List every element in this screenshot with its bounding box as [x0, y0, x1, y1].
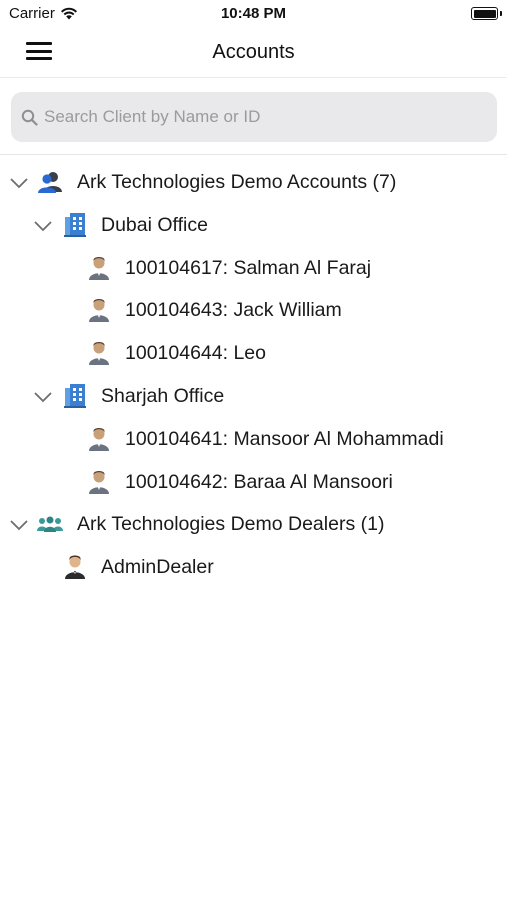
tree-node-label: Ark Technologies Demo Dealers (1) — [77, 513, 385, 536]
tree-leaf-client[interactable]: 100104642: Baraa Al Mansoori — [0, 461, 507, 504]
chevron-down-icon[interactable] — [33, 390, 53, 404]
tree-leaf-client[interactable]: 100104641: Mansoor Al Mohammadi — [0, 418, 507, 461]
tree-leaf-dealer[interactable]: AdminDealer — [0, 546, 507, 589]
status-time: 10:48 PM — [220, 5, 287, 22]
battery-icon — [471, 7, 498, 20]
building-icon — [64, 212, 86, 237]
tree-leaf-client[interactable]: 100104643: Jack William — [0, 289, 507, 332]
tree-node-label: Sharjah Office — [101, 384, 225, 407]
tree-leaf-label: 100104617: Salman Al Faraj — [125, 256, 372, 279]
battery-tip — [500, 11, 502, 16]
tree-leaf-client[interactable]: 100104644: Leo — [0, 332, 507, 375]
status-bar: Carrier 10:48 PM — [0, 0, 507, 30]
tree-node-sharjah-office[interactable]: Sharjah Office — [0, 375, 507, 418]
search-input[interactable] — [44, 107, 484, 127]
user-icon — [89, 427, 109, 451]
user-icon — [89, 256, 109, 280]
tree-leaf-label: 100104641: Mansoor Al Mohammadi — [125, 427, 444, 450]
chevron-down-icon[interactable] — [9, 176, 29, 190]
tree-leaf-client[interactable]: 100104617: Salman Al Faraj — [0, 247, 507, 290]
users-group-icon — [38, 172, 62, 193]
account-tree: Ark Technologies Demo Accounts (7) Dubai… — [0, 161, 507, 589]
tree-node-dubai-office[interactable]: Dubai Office — [0, 204, 507, 247]
page-title: Accounts — [212, 41, 295, 63]
user-icon — [89, 299, 109, 323]
tree-node-dealers-group[interactable]: Ark Technologies Demo Dealers (1) — [0, 503, 507, 546]
tree-node-label: Ark Technologies Demo Accounts (7) — [77, 171, 397, 193]
team-icon — [37, 516, 63, 533]
building-icon — [64, 383, 86, 408]
tree-leaf-label: 100104643: Jack William — [125, 299, 342, 322]
search-icon — [21, 109, 38, 126]
user-icon — [89, 342, 109, 366]
tree-leaf-label: AdminDealer — [101, 556, 214, 579]
user-icon — [89, 470, 109, 494]
navigation-bar: Accounts — [0, 30, 507, 78]
chevron-down-icon[interactable] — [9, 518, 29, 532]
chevron-down-icon[interactable] — [33, 219, 53, 233]
search-box[interactable] — [11, 92, 497, 142]
tree-leaf-label: 100104642: Baraa Al Mansoori — [125, 470, 393, 493]
search-bar-container — [0, 79, 507, 155]
tree-leaf-label: 100104644: Leo — [125, 342, 266, 365]
tree-node-label: Dubai Office — [101, 213, 208, 236]
dealer-icon — [65, 555, 85, 580]
tree-node-accounts-group[interactable]: Ark Technologies Demo Accounts (7) — [0, 161, 507, 204]
